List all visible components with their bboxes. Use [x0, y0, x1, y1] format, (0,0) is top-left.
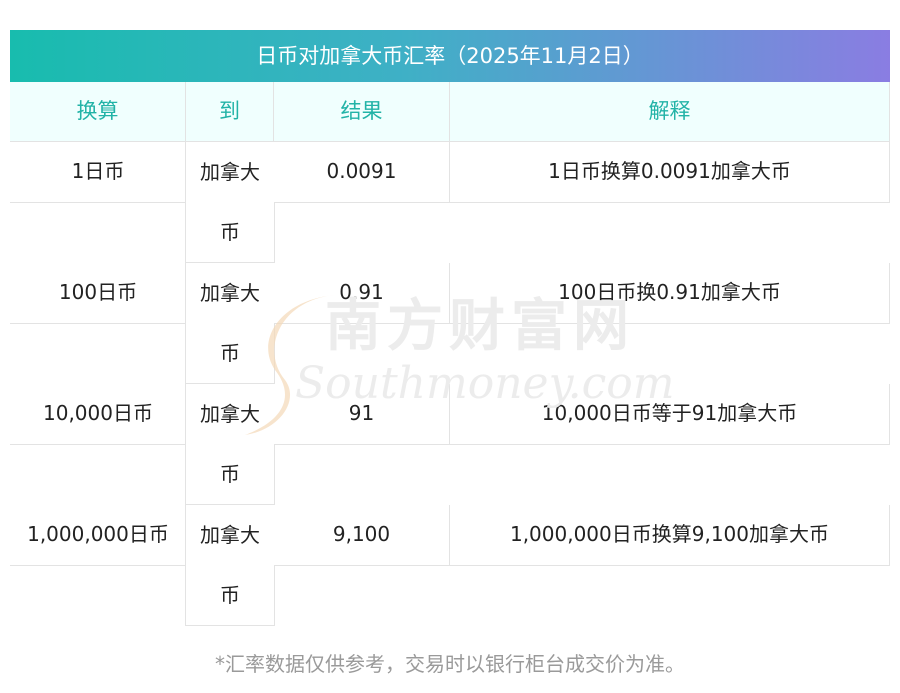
to-cell: 加拿大币	[185, 142, 275, 263]
amount-cell: 100日币	[10, 263, 186, 324]
disclaimer-note: *汇率数据仅供参考，交易时以银行柜台成交价为准。	[215, 652, 685, 676]
table-title: 日币对加拿大币汇率（2025年11月2日）	[10, 30, 890, 82]
to-cell: 加拿大币	[185, 505, 275, 626]
table-row: 100日币 加拿大币 0.91 100日币换0.91加拿大币	[10, 263, 890, 384]
result-cell: 0.0091	[274, 142, 450, 203]
page: 日币对加拿大币汇率（2025年11月2日） 换算 到 结果 解释 1日币 加拿大…	[0, 0, 900, 693]
to-cell: 加拿大币	[185, 384, 275, 505]
table-header-row: 换算 到 结果 解释	[10, 82, 890, 142]
explain-cell: 1,000,000日币换算9,100加拿大币	[450, 505, 890, 566]
explain-cell: 10,000日币等于91加拿大币	[450, 384, 890, 445]
result-cell: 9,100	[274, 505, 450, 566]
table-row: 10,000日币 加拿大币 91 10,000日币等于91加拿大币	[10, 384, 890, 505]
result-cell: 0.91	[274, 263, 450, 324]
table-row: 1日币 加拿大币 0.0091 1日币换算0.0091加拿大币	[10, 142, 890, 263]
amount-cell: 10,000日币	[10, 384, 186, 445]
table-row: 1,000,000日币 加拿大币 9,100 1,000,000日币换算9,10…	[10, 505, 890, 626]
header-result: 结果	[274, 82, 450, 142]
to-cell: 加拿大币	[185, 263, 275, 384]
header-explain: 解释	[450, 82, 890, 142]
explain-cell: 1日币换算0.0091加拿大币	[450, 142, 890, 203]
header-to: 到	[186, 82, 274, 142]
amount-cell: 1日币	[10, 142, 186, 203]
explain-cell: 100日币换0.91加拿大币	[450, 263, 890, 324]
header-convert: 换算	[10, 82, 186, 142]
amount-cell: 1,000,000日币	[10, 505, 186, 566]
result-cell: 91	[274, 384, 450, 445]
